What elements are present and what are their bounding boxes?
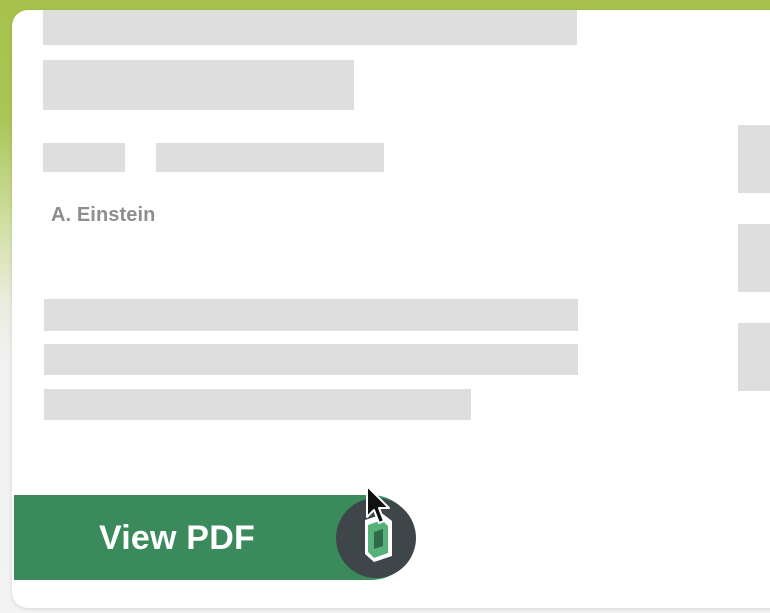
author-name: A. Einstein [51, 204, 156, 226]
mouse-pointer-icon [366, 485, 390, 524]
side-block-placeholder [738, 224, 770, 292]
abstract-line-placeholder [44, 299, 578, 331]
side-block-placeholder [738, 125, 770, 193]
meta-placeholder [156, 143, 384, 172]
abstract-line-placeholder [44, 389, 471, 420]
side-block-placeholder [738, 323, 770, 391]
title-line-placeholder [43, 60, 354, 110]
view-pdf-button[interactable]: View PDF [14, 495, 416, 580]
abstract-line-placeholder [44, 344, 578, 375]
title-line-placeholder [43, 10, 577, 45]
view-pdf-label: View PDF [99, 519, 255, 557]
meta-placeholder [43, 143, 125, 172]
